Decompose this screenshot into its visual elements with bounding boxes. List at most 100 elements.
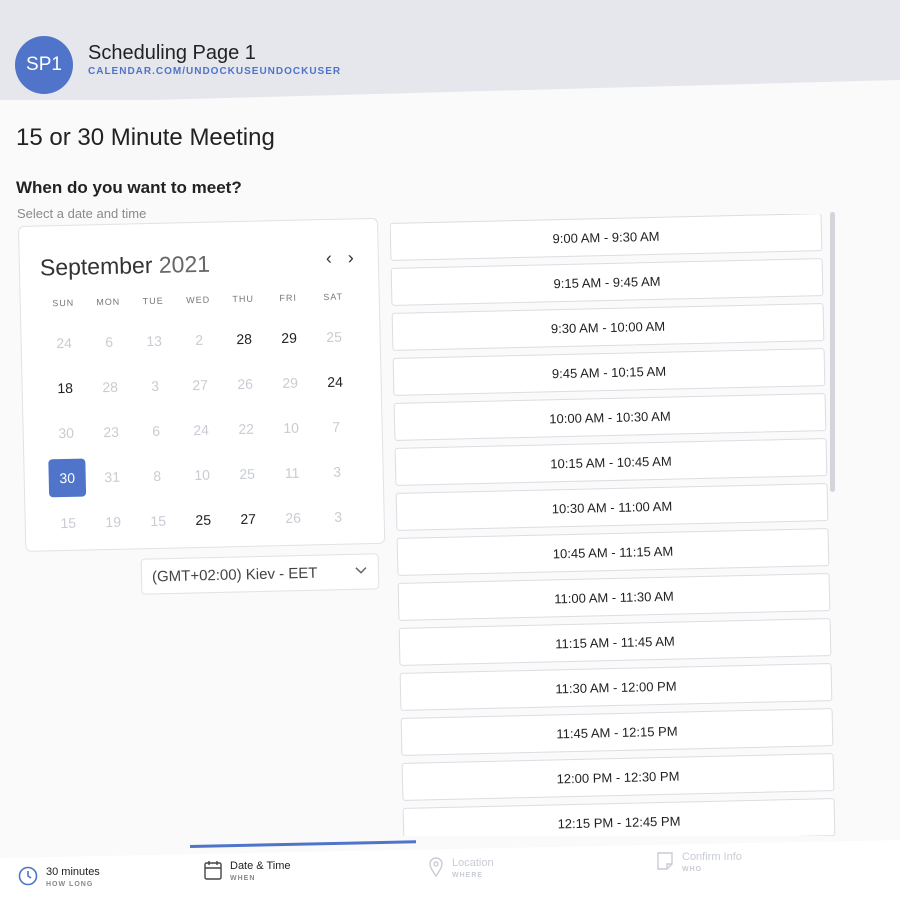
- time-slot-button[interactable]: 10:45 AM - 11:15 AM: [396, 528, 830, 576]
- calendar-day: 24: [41, 319, 87, 365]
- time-slot-button[interactable]: 11:45 AM - 12:15 PM: [400, 708, 834, 756]
- calendar-day-number: 13: [146, 332, 163, 349]
- time-slot-button[interactable]: 11:30 AM - 12:00 PM: [399, 663, 833, 711]
- weekday-label: MON: [96, 296, 121, 308]
- time-slot-button[interactable]: 9:45 AM - 10:15 AM: [392, 348, 826, 396]
- calendar-day-number: 15: [60, 514, 77, 531]
- time-slot-button[interactable]: 9:30 AM - 10:00 AM: [391, 303, 825, 351]
- scheduling-page-title: Scheduling Page 1: [88, 42, 256, 64]
- calendar-day[interactable]: 24: [312, 358, 358, 404]
- calendar-day: 13: [131, 317, 177, 363]
- weekday-label: SUN: [52, 297, 75, 309]
- weekday-label: FRI: [279, 292, 298, 304]
- calendar-day: 19: [90, 498, 136, 544]
- active-step-indicator: [190, 840, 417, 848]
- step-sublabel: WHO: [682, 866, 703, 873]
- timezone-value: (GMT+02:00) Kiev - EET: [151, 564, 318, 585]
- time-slot-button[interactable]: 12:00 PM - 12:30 PM: [401, 753, 835, 801]
- calendar-day: 3: [314, 448, 360, 494]
- time-slot-button[interactable]: 9:00 AM - 9:30 AM: [390, 214, 823, 261]
- time-slot-button[interactable]: 10:15 AM - 10:45 AM: [394, 438, 828, 486]
- calendar-day-number: 11: [284, 464, 300, 481]
- calendar-day-number: 19: [105, 513, 122, 530]
- step-when[interactable]: Date & Time WHEN: [204, 860, 291, 882]
- calendar-day: 11: [269, 449, 315, 495]
- calendar-day: 26: [222, 360, 268, 406]
- step-label: Date & Time: [230, 860, 291, 872]
- chevron-down-icon: [354, 563, 368, 580]
- step-label: Location: [452, 857, 494, 869]
- step-label: Confirm Info: [682, 851, 742, 863]
- calendar-day-number: 6: [105, 333, 114, 350]
- calendar-day: 2: [176, 316, 222, 362]
- calendar-day-number: 27: [240, 510, 257, 527]
- calendar-day-number: 23: [103, 423, 120, 440]
- calendar-day: 7: [313, 403, 359, 449]
- calendar-day-selected[interactable]: 30: [44, 454, 90, 500]
- weekday-label: WED: [186, 294, 211, 306]
- calendar-day-number: 24: [193, 421, 210, 438]
- step-who[interactable]: Confirm Info WHO: [656, 851, 742, 873]
- weekday-label: TUE: [142, 295, 164, 307]
- time-slot-button[interactable]: 10:30 AM - 11:00 AM: [395, 483, 829, 531]
- calendar-year: 2021: [158, 250, 211, 278]
- calendar-day[interactable]: 29: [266, 314, 312, 360]
- step-where[interactable]: Location WHERE: [428, 857, 494, 879]
- calendar-day-number: 24: [56, 334, 73, 351]
- calendar-month-label: September 2021: [40, 251, 211, 282]
- calendar-day[interactable]: 28: [221, 315, 267, 361]
- time-slot-button[interactable]: 9:15 AM - 9:45 AM: [390, 258, 824, 306]
- calendar-day: 25: [224, 450, 270, 496]
- calendar-day: 25: [311, 313, 357, 359]
- calendar-day-number: 15: [150, 512, 167, 529]
- time-slot-button[interactable]: 12:15 PM - 12:45 PM: [402, 798, 836, 836]
- scheduling-page-url[interactable]: CALENDAR.COM/UNDOCKUSEUNDOCKUSER: [88, 66, 341, 77]
- calendar-day: 15: [135, 497, 181, 543]
- prev-month-button[interactable]: ‹: [326, 248, 332, 269]
- time-slot-button[interactable]: 11:15 AM - 11:45 AM: [398, 618, 832, 666]
- calendar-month: September: [39, 251, 153, 281]
- clock-icon: [18, 866, 38, 886]
- calendar-day-number: 22: [238, 420, 255, 437]
- calendar-grid: SUN MON TUE WED THU FRI SAT 24 6 13 2 28 29 25 18 28 3 27…: [41, 291, 367, 545]
- location-pin-icon: [428, 857, 444, 877]
- time-slot-button[interactable]: 10:00 AM - 10:30 AM: [393, 393, 827, 441]
- step-sublabel: WHEN: [230, 875, 256, 882]
- calendar-day[interactable]: 27: [225, 495, 271, 541]
- calendar-day-number: 3: [333, 463, 342, 480]
- calendar-day-number: 28: [102, 378, 119, 395]
- calendar-day[interactable]: 25: [180, 496, 226, 542]
- step-how-long[interactable]: 30 minutes HOW LONG: [18, 866, 100, 888]
- calendar-day-number: 26: [285, 509, 302, 526]
- calendar-day-number: 29: [282, 374, 299, 391]
- question-heading: When do you want to meet?: [16, 178, 242, 197]
- calendar-day: 10: [179, 451, 225, 497]
- avatar: SP1: [15, 36, 73, 94]
- calendar-day: 26: [270, 494, 316, 540]
- calendar-day[interactable]: 18: [42, 364, 88, 410]
- time-slot-button[interactable]: 11:00 AM - 11:30 AM: [397, 573, 831, 621]
- timezone-select[interactable]: (GMT+02:00) Kiev - EET: [140, 553, 380, 595]
- calendar-day: 29: [267, 359, 313, 405]
- time-slot-scrollbar[interactable]: [830, 212, 835, 492]
- calendar-day-number: 25: [195, 511, 212, 528]
- next-month-button[interactable]: ›: [348, 247, 354, 268]
- calendar-day-number: 28: [236, 330, 253, 347]
- step-sublabel: WHERE: [452, 872, 484, 879]
- calendar-day: 27: [177, 361, 223, 407]
- calendar-day-number: 25: [239, 465, 256, 482]
- calendar-day: 23: [88, 408, 134, 454]
- calendar-day: 3: [315, 493, 361, 539]
- time-slot-list[interactable]: 9:00 AM - 9:30 AM 9:15 AM - 9:45 AM 9:30 A…: [390, 214, 836, 836]
- calendar-day: 22: [223, 405, 269, 451]
- calendar-day-number: 2: [195, 331, 204, 348]
- calendar-day-number: 31: [104, 468, 121, 485]
- calendar-day-number: 8: [153, 467, 162, 484]
- calendar-day-number: 30: [58, 424, 75, 441]
- question-subtitle: Select a date and time: [17, 206, 147, 221]
- calendar-day: 15: [45, 499, 91, 545]
- calendar-day-number: 10: [194, 466, 211, 483]
- calendar-day-number: 3: [334, 508, 343, 525]
- weekday-label: THU: [232, 293, 255, 305]
- calendar-icon: [204, 860, 222, 880]
